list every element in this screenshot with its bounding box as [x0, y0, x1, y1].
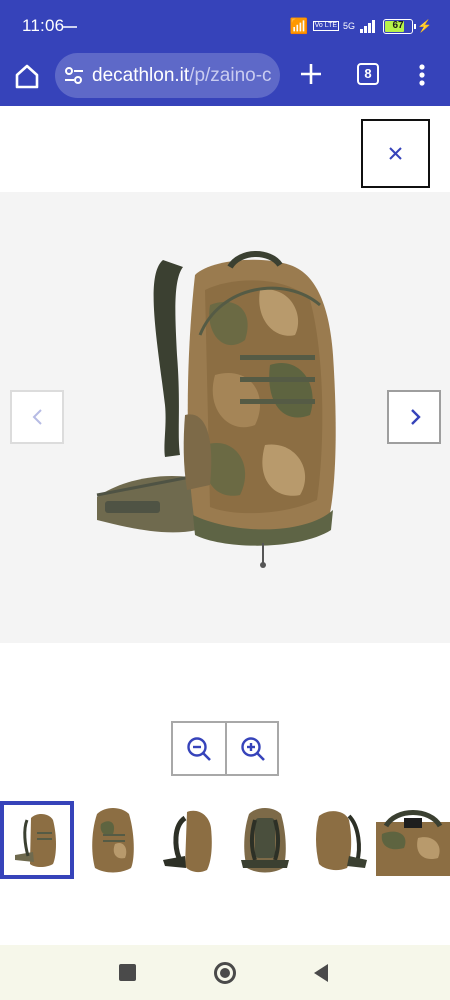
browser-menu-button[interactable] — [410, 60, 434, 90]
thumbnail-6[interactable] — [376, 801, 450, 879]
chevron-right-icon — [411, 409, 421, 425]
signal-icon — [360, 19, 376, 33]
zoom-out-button[interactable] — [173, 723, 225, 774]
home-nav-button[interactable] — [214, 962, 236, 984]
thumbnail-2[interactable] — [76, 801, 150, 879]
url-host: decathlon.it — [92, 65, 190, 86]
more-vertical-icon — [419, 64, 425, 86]
charging-icon: ⚡ — [417, 19, 432, 33]
status-icons: 📶 Vo LTE 5G 67 ⚡ — [290, 14, 432, 38]
status-time: 11:06 — [22, 16, 65, 35]
zoom-in-icon — [241, 737, 265, 761]
site-settings-icon[interactable] — [63, 65, 85, 87]
home-icon — [15, 64, 39, 89]
address-bar[interactable]: decathlon.it/p/zaino-c — [55, 53, 280, 98]
thumbnail-1[interactable] — [0, 801, 74, 879]
backpack-thumbnail-icon — [92, 808, 134, 873]
thumbnail-4[interactable] — [228, 801, 302, 879]
battery-level: 67 — [392, 19, 404, 31]
bluetooth-icon: 📶 — [289, 18, 309, 35]
thumbnail-3[interactable] — [152, 801, 226, 879]
zoom-in-button[interactable] — [225, 723, 277, 774]
next-image-button[interactable] — [387, 390, 441, 444]
product-image[interactable] — [85, 245, 345, 570]
backpack-thumbnail-icon — [241, 808, 289, 873]
home-button[interactable] — [12, 61, 42, 91]
url-path: /p/zaino-c — [189, 65, 272, 86]
status-bar: 11:06 📶 Vo LTE 5G 67 ⚡ — [0, 0, 450, 52]
tab-switcher-button[interactable]: 8 — [357, 63, 379, 85]
chevron-left-icon — [32, 409, 42, 425]
backpack-thumbnail-icon — [316, 811, 367, 871]
back-icon[interactable] — [312, 963, 330, 983]
new-tab-button[interactable] — [296, 59, 326, 89]
thumbnail-strip — [0, 801, 450, 879]
backpack-thumbnail-icon — [15, 814, 56, 867]
zoom-controls — [171, 721, 279, 776]
battery-icon: 67 — [383, 18, 417, 34]
recents-button[interactable] — [119, 964, 136, 981]
system-navigation-bar — [0, 945, 450, 1000]
backpack-thumbnail-icon — [376, 810, 450, 876]
url-text: decathlon.it/p/zaino-c — [92, 65, 272, 87]
plus-icon — [301, 64, 321, 84]
browser-toolbar: decathlon.it/p/zaino-c 8 — [0, 52, 450, 106]
network-type: 5G — [343, 20, 356, 31]
previous-image-button[interactable] — [10, 390, 64, 444]
close-icon — [389, 147, 402, 160]
thumbnail-5[interactable] — [304, 801, 378, 879]
zoom-out-icon — [187, 737, 211, 761]
notification-indicator — [63, 26, 77, 28]
close-viewer-button[interactable] — [361, 119, 430, 188]
volte-icon: Vo LTE — [312, 21, 340, 31]
backpack-thumbnail-icon — [163, 810, 212, 873]
